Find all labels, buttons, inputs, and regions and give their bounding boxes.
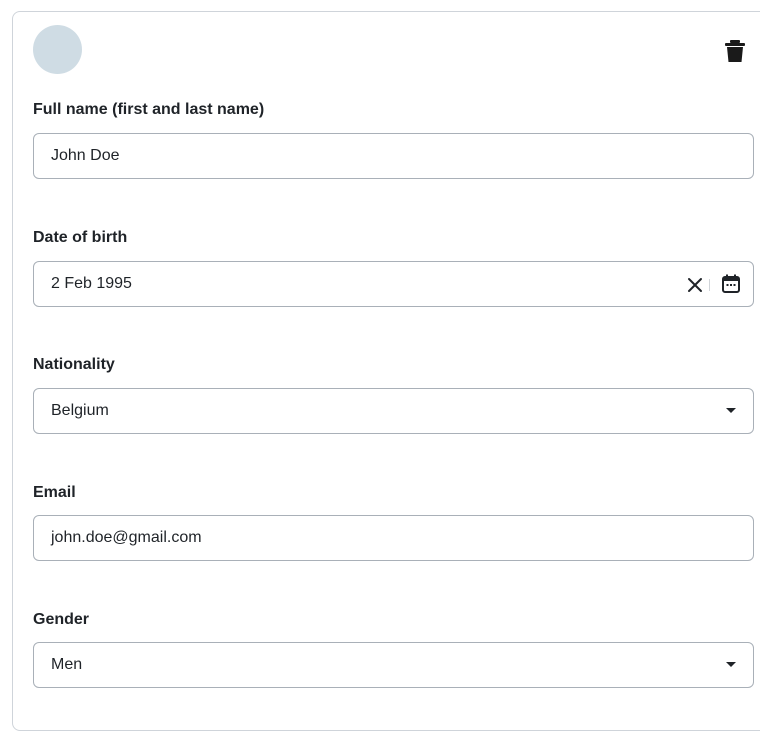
chevron-down-icon[interactable] [726, 408, 736, 413]
nationality-select[interactable]: Belgium [33, 388, 754, 434]
full-name-label: Full name (first and last name) [33, 101, 265, 118]
divider [709, 279, 710, 291]
gender-value: Men [51, 656, 83, 673]
email-input[interactable]: john.doe@gmail.com [33, 515, 754, 561]
avatar [33, 25, 82, 74]
email-label: Email [33, 484, 76, 501]
date-of-birth-value: 2 Feb 1995 [51, 275, 132, 292]
full-name-value: John Doe [51, 147, 120, 164]
nationality-label: Nationality [33, 356, 115, 373]
gender-select[interactable]: Men [33, 642, 754, 688]
email-value: john.doe@gmail.com [51, 529, 202, 546]
calendar-icon[interactable] [720, 273, 742, 295]
nationality-value: Belgium [51, 402, 109, 419]
person-card: Full name (first and last name) John Doe… [12, 11, 760, 731]
trash-icon[interactable] [724, 39, 746, 63]
gender-label: Gender [33, 611, 90, 628]
full-name-input[interactable]: John Doe [33, 133, 754, 179]
date-of-birth-label: Date of birth [33, 229, 128, 246]
chevron-down-icon[interactable] [726, 662, 736, 667]
date-of-birth-input[interactable]: 2 Feb 1995 [33, 261, 754, 307]
close-icon[interactable] [685, 275, 705, 295]
